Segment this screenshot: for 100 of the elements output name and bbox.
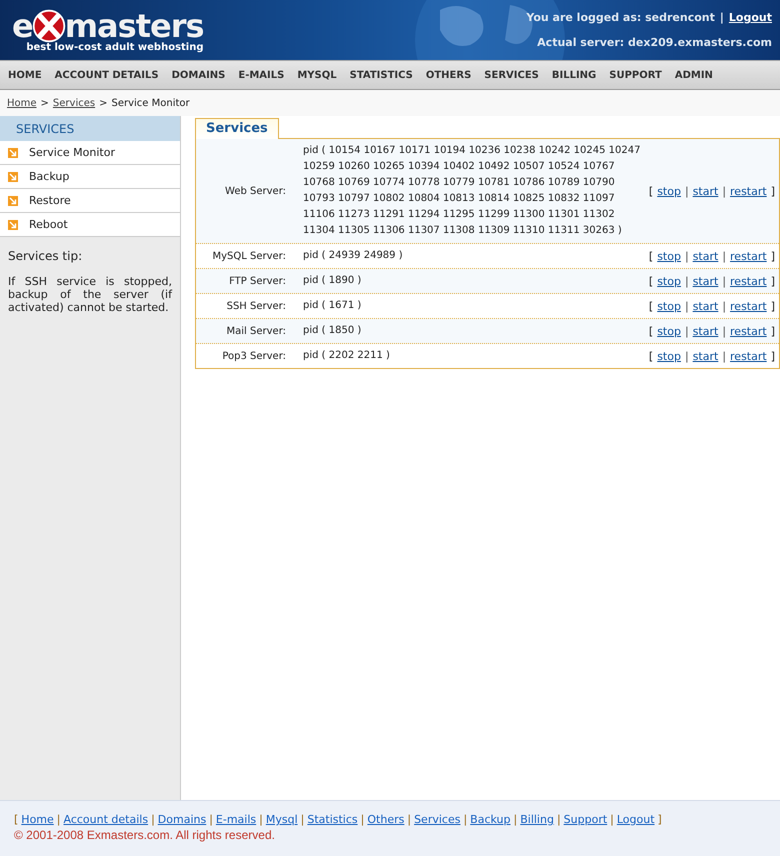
bracket-text: [ [648, 300, 654, 312]
bracket-text: [ [648, 324, 654, 338]
action-link[interactable]: restart [730, 250, 767, 262]
action-link[interactable]: start [692, 350, 718, 362]
nav-tab[interactable]: ACCOUNT DETAILS [54, 70, 159, 80]
separator-text: | [463, 813, 468, 826]
separator-text: | [151, 813, 155, 826]
nav-tab[interactable]: BILLING [552, 70, 596, 80]
separator-text: | [684, 350, 689, 362]
action-link[interactable]: stop [657, 184, 681, 198]
pid-list: pid ( 1890 ) [303, 269, 641, 293]
action-link[interactable]: start [692, 250, 718, 262]
footer-link[interactable]: Mysql [266, 813, 298, 826]
sidebar-link[interactable]: Backup [29, 170, 70, 183]
action-link[interactable]: start [692, 324, 718, 338]
footer-link[interactable]: Statistics [307, 813, 358, 826]
footer-link[interactable]: Others [367, 813, 404, 826]
separator-text: | [56, 813, 60, 826]
separator-text: | [300, 813, 304, 826]
bracket-text: ] [770, 350, 775, 362]
bracket-text: ] [770, 184, 775, 198]
pid-list: pid ( 24939 24989 ) [303, 244, 641, 268]
server-info: Actual server: dex209.exmasters.com [537, 36, 772, 49]
action-link[interactable]: stop [657, 250, 681, 262]
action-link[interactable]: start [692, 300, 718, 312]
footer-link[interactable]: Support [564, 813, 608, 826]
bracket-text: ] [770, 274, 775, 288]
separator-text: | [514, 813, 518, 826]
action-link[interactable]: restart [730, 350, 767, 362]
nav-tab[interactable]: SERVICES [484, 70, 539, 80]
action-link[interactable]: stop [657, 274, 681, 288]
separator-text: | [684, 300, 689, 312]
footer-link[interactable]: Home [21, 813, 54, 826]
separator-text: | [407, 813, 412, 826]
separator-text: | [722, 184, 726, 198]
server-label: MySQL Server: [211, 250, 286, 262]
logo-text: masters [64, 10, 204, 42]
bracket-text: ] [770, 324, 775, 338]
nav-tab[interactable]: DOMAINS [172, 70, 226, 80]
breadcrumb-link[interactable]: Services [52, 98, 96, 108]
separator-text: | [209, 813, 213, 826]
pid-list: pid ( 1671 ) [303, 294, 641, 318]
server-label: SSH Server: [226, 300, 286, 312]
breadcrumb-link[interactable]: Home [7, 98, 37, 108]
footer-link[interactable]: Domains [158, 813, 206, 826]
footer-link[interactable]: Account details [64, 813, 148, 826]
logo-tagline: best low-cost adult webhosting [26, 42, 204, 53]
nav-tab[interactable]: ADMIN [674, 70, 713, 80]
separator-text: | [556, 813, 561, 826]
breadcrumb-current: Service Monitor [111, 98, 190, 108]
server-label: FTP Server: [228, 276, 286, 286]
sidebar-link[interactable]: Reboot [29, 218, 68, 231]
separator-text: | [610, 813, 614, 826]
bracket-text: ] [658, 813, 662, 826]
footer-link[interactable]: Logout [616, 813, 655, 826]
action-link[interactable]: start [692, 274, 718, 288]
bracket-text: [ [648, 350, 654, 362]
action-link[interactable]: restart [730, 324, 767, 338]
arrow-icon [8, 196, 18, 206]
separator-text: | [684, 250, 689, 262]
action-link[interactable]: restart [730, 274, 767, 288]
footer-link[interactable]: Backup [470, 813, 510, 826]
separator-text: | [722, 300, 726, 312]
logout-link[interactable]: Logout [728, 11, 772, 24]
separator-text: | [722, 350, 726, 362]
nav-tab[interactable]: MYSQL [297, 70, 337, 80]
arrow-icon [8, 220, 18, 230]
nav-tab[interactable]: E-MAILS [238, 70, 284, 80]
footer-link[interactable]: E-mails [216, 813, 256, 826]
cross-circle-icon [30, 8, 67, 44]
action-link[interactable]: stop [657, 350, 681, 362]
action-link[interactable]: stop [657, 300, 681, 312]
pid-list: pid ( 1850 ) [303, 319, 641, 343]
nav-tab[interactable]: SUPPORT [609, 70, 662, 80]
server-label: Mail Server: [226, 326, 286, 336]
nav-tab[interactable]: STATISTICS [350, 70, 413, 80]
pid-list: pid ( 2202 2211 ) [303, 344, 641, 368]
nav-tab[interactable]: HOME [8, 70, 42, 80]
separator-text: | [720, 11, 724, 24]
separator-text: | [360, 813, 364, 826]
nav-tab[interactable]: OTHERS [426, 70, 472, 80]
bracket-text: [ [14, 813, 18, 826]
action-link[interactable]: stop [657, 324, 681, 338]
bracket-text: [ [648, 184, 654, 198]
action-link[interactable]: restart [730, 184, 767, 198]
server-label: Pop3 Server: [221, 350, 286, 362]
bracket-text: ] [770, 300, 775, 312]
action-link[interactable]: restart [730, 300, 767, 312]
copyright-text: © 2001-2008 Exmasters.com. All rights reserved. [14, 828, 276, 842]
login-status: You are logged as: sedrencont [526, 11, 715, 24]
action-link[interactable]: start [692, 184, 718, 198]
separator-text: | [684, 274, 689, 288]
bracket-text: [ [648, 274, 654, 288]
tip-title: Services tip: [8, 249, 84, 263]
sidebar-link[interactable]: Restore [29, 194, 71, 207]
separator-text: | [684, 184, 689, 198]
bracket-text: ] [770, 250, 775, 262]
footer-link[interactable]: Services [414, 813, 460, 826]
footer-link[interactable]: Billing [520, 813, 554, 826]
bracket-text: [ [648, 250, 654, 262]
